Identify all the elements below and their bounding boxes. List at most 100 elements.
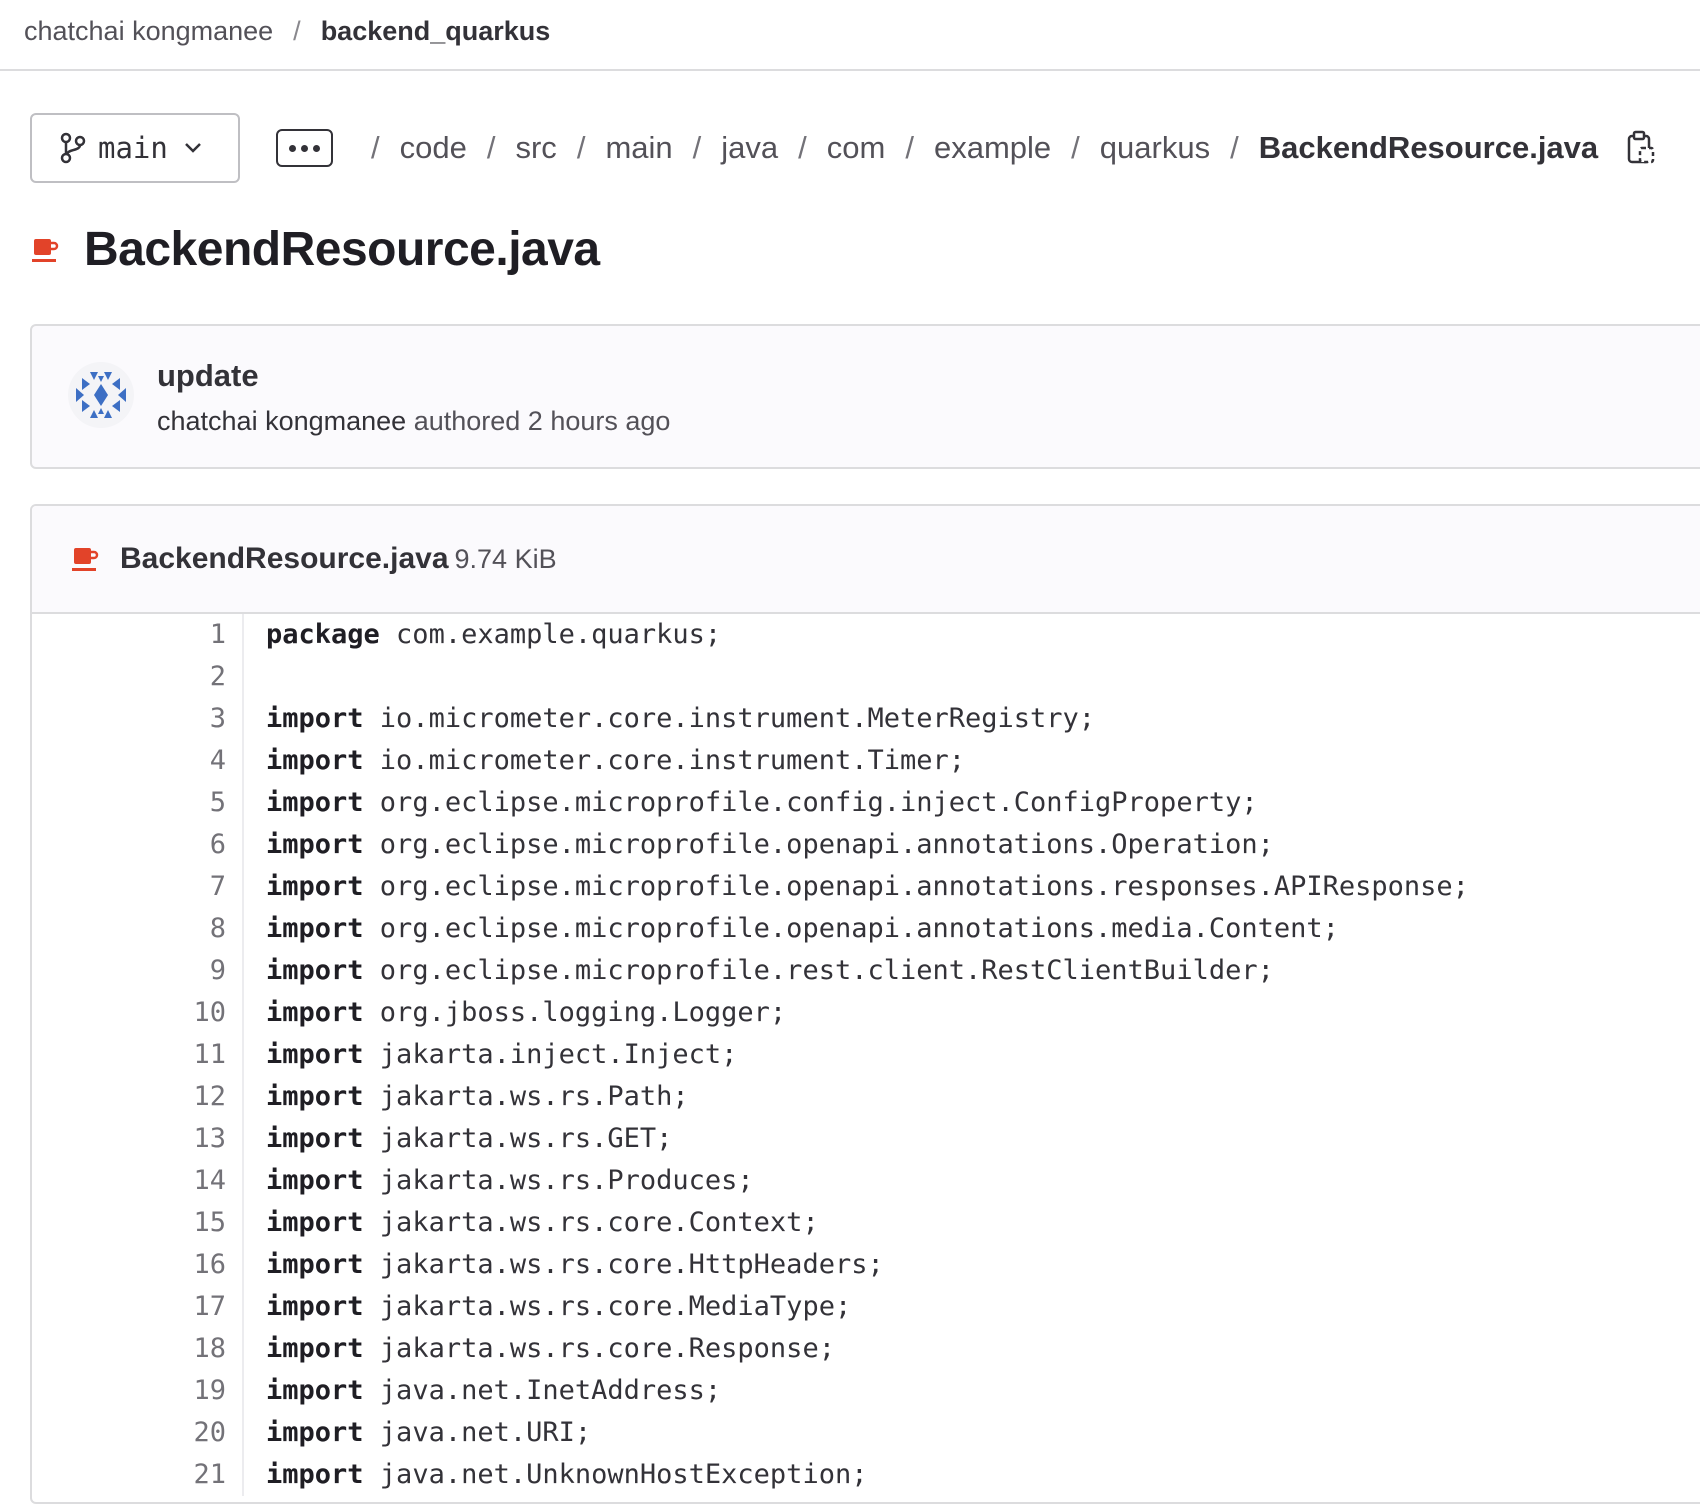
code-line: 6 import org.eclipse.microprofile.openapi… (32, 824, 1700, 866)
code-line: 9 import org.eclipse.microprofile.rest.cl… (32, 950, 1700, 992)
code-line: 1 package com.example.quarkus; (32, 614, 1700, 656)
line-number-link[interactable]: 20 (32, 1412, 244, 1454)
code-keyword: import (266, 871, 364, 902)
path-separator: / (371, 130, 380, 165)
path-segment-example[interactable]: example (934, 130, 1051, 166)
path-separator: / (1071, 130, 1080, 165)
show-more-path-button[interactable] (276, 129, 333, 167)
code-keyword: import (266, 1291, 364, 1322)
line-number-link[interactable]: 9 (32, 950, 244, 992)
path-separator: / (576, 130, 586, 165)
path-segment-com[interactable]: com (827, 130, 886, 166)
code-line: 7 import org.eclipse.microprofile.openapi… (32, 866, 1700, 908)
code-line: 8 import org.eclipse.microprofile.openapi… (32, 908, 1700, 950)
path-separator: / (905, 130, 914, 165)
line-content: import org.eclipse.microprofile.config.i… (244, 782, 1258, 824)
code-line: 12 import jakarta.ws.rs.Path; (32, 1076, 1700, 1118)
code-text: java.net.InetAddress; (363, 1375, 722, 1406)
code-line: 2 (32, 656, 1700, 698)
line-content: import org.eclipse.microprofile.openapi.… (244, 866, 1469, 908)
code-line: 18 import jakarta.ws.rs.core.Response; (32, 1328, 1700, 1370)
chevron-down-icon (184, 143, 201, 153)
code-keyword: import (266, 1081, 364, 1112)
line-number-link[interactable]: 8 (32, 908, 244, 950)
code-keyword: import (266, 1249, 364, 1280)
code-line: 4 import io.micrometer.core.instrument.Ti… (32, 740, 1700, 782)
code-text: com.example.quarkus; (379, 619, 722, 650)
line-number-link[interactable]: 11 (32, 1034, 244, 1076)
line-number-link[interactable]: 12 (32, 1076, 244, 1118)
line-number-link[interactable]: 18 (32, 1328, 244, 1370)
code-keyword: import (266, 1333, 364, 1364)
path-segment-src[interactable]: src (515, 130, 556, 166)
copy-to-clipboard-icon[interactable] (1626, 130, 1656, 166)
line-content: import jakarta.ws.rs.core.MediaType; (244, 1286, 851, 1328)
code-text: org.eclipse.microprofile.openapi.annotat… (363, 871, 1469, 902)
line-number-link[interactable]: 14 (32, 1160, 244, 1202)
code-text: jakarta.ws.rs.GET; (363, 1123, 673, 1154)
line-number-link[interactable]: 16 (32, 1244, 244, 1286)
breadcrumb-owner-link[interactable]: chatchai kongmanee (24, 16, 273, 47)
code-line: 11 import jakarta.inject.Inject; (32, 1034, 1700, 1076)
path-segment-java[interactable]: java (721, 130, 778, 166)
code-line: 14 import jakarta.ws.rs.Produces; (32, 1160, 1700, 1202)
code-text: io.micrometer.core.instrument.MeterRegis… (363, 703, 1096, 734)
commit-message-link[interactable]: update (157, 358, 259, 394)
code-line: 19 import java.net.InetAddress; (32, 1370, 1700, 1412)
line-content: import jakarta.ws.rs.core.Response; (244, 1328, 835, 1370)
line-content: import java.net.InetAddress; (244, 1370, 721, 1412)
line-number-link[interactable]: 2 (32, 656, 244, 698)
line-content: import jakarta.ws.rs.core.HttpHeaders; (244, 1244, 884, 1286)
code-text: org.eclipse.microprofile.config.inject.C… (363, 787, 1258, 818)
line-number-link[interactable]: 21 (32, 1454, 244, 1496)
code-text: jakarta.ws.rs.core.MediaType; (363, 1291, 852, 1322)
line-number-link[interactable]: 7 (32, 866, 244, 908)
line-number-link[interactable]: 1 (32, 614, 244, 656)
line-number-link[interactable]: 5 (32, 782, 244, 824)
ellipsis-dot (301, 144, 308, 152)
code-line: 21 import java.net.UnknownHostException; (32, 1454, 1700, 1496)
line-content: import io.micrometer.core.instrument.Tim… (244, 740, 965, 782)
code-keyword: import (266, 997, 364, 1028)
code-line: 16 import jakarta.ws.rs.core.HttpHeaders; (32, 1244, 1700, 1286)
code-text: java.net.UnknownHostException; (363, 1459, 868, 1490)
avatar[interactable] (68, 362, 134, 428)
line-number-link[interactable]: 10 (32, 992, 244, 1034)
code-keyword: import (266, 1375, 364, 1406)
code-text: jakarta.ws.rs.Path; (363, 1081, 689, 1112)
code-keyword: import (266, 1459, 364, 1490)
file-viewer: BackendResource.java 9.74 KiB 1 package c… (30, 504, 1700, 1504)
line-number-link[interactable]: 17 (32, 1286, 244, 1328)
code-text: jakarta.inject.Inject; (363, 1039, 738, 1070)
line-content: import jakarta.ws.rs.Produces; (244, 1160, 754, 1202)
line-content: import jakarta.ws.rs.core.Context; (244, 1202, 819, 1244)
code-keyword: import (266, 745, 364, 776)
page-title: BackendResource.java (84, 223, 600, 276)
path-segment-quarkus[interactable]: quarkus (1100, 130, 1210, 166)
code-keyword: import (266, 955, 364, 986)
line-number-link[interactable]: 3 (32, 698, 244, 740)
branch-selector-button[interactable]: main (30, 113, 240, 183)
line-number-link[interactable]: 13 (32, 1118, 244, 1160)
top-breadcrumb: chatchai kongmanee / backend_quarkus (0, 0, 1700, 71)
code-line: 15 import jakarta.ws.rs.core.Context; (32, 1202, 1700, 1244)
commit-meta: chatchai kongmanee authored 2 hours ago (157, 406, 670, 437)
code-text: jakarta.ws.rs.Produces; (363, 1165, 754, 1196)
path-separator: / (798, 130, 807, 165)
code-text: org.eclipse.microprofile.openapi.annotat… (363, 913, 1339, 944)
code-keyword: import (266, 829, 364, 860)
path-segment-main[interactable]: main (605, 130, 672, 166)
line-content: import org.jboss.logging.Logger; (244, 992, 786, 1034)
code-text: io.micrometer.core.instrument.Timer; (363, 745, 965, 776)
path-separator: / (486, 130, 496, 165)
line-number-link[interactable]: 4 (32, 740, 244, 782)
line-number-link[interactable]: 15 (32, 1202, 244, 1244)
file-title: BackendResource.java (30, 222, 600, 277)
line-number-link[interactable]: 6 (32, 824, 244, 866)
code-keyword: package (266, 619, 380, 650)
line-number-link[interactable]: 19 (32, 1370, 244, 1412)
breadcrumb-repo-link[interactable]: backend_quarkus (321, 16, 551, 47)
path-segment-code[interactable]: code (400, 130, 467, 166)
commit-author-link[interactable]: chatchai kongmanee (157, 406, 406, 436)
line-content (244, 656, 266, 698)
